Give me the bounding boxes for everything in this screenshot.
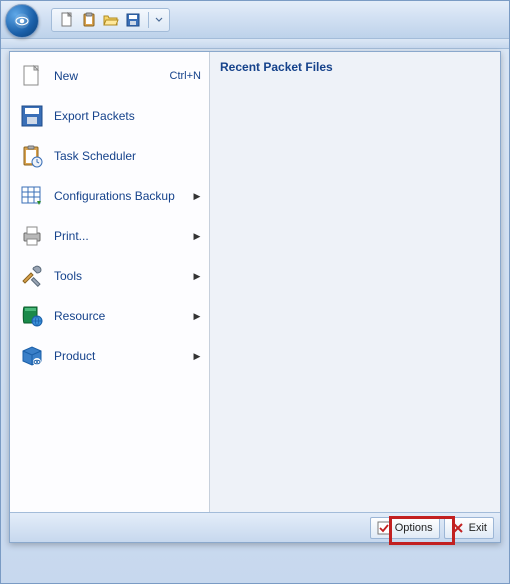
menu-label: Configurations Backup (54, 189, 185, 203)
menu-item-product[interactable]: Product ▶ (12, 336, 207, 376)
new-file-icon (59, 12, 75, 28)
menu-label: Tools (54, 269, 185, 283)
menu-label: Export Packets (54, 109, 201, 123)
menu-item-new[interactable]: New Ctrl+N (12, 56, 207, 96)
exit-label: Exit (469, 522, 487, 534)
book-globe-icon (18, 302, 46, 330)
menu-column: New Ctrl+N Export Packets Task Scheduler (10, 52, 210, 512)
tools-icon (18, 262, 46, 290)
recent-files-panel: Recent Packet Files (210, 52, 500, 512)
options-button[interactable]: Options (370, 517, 440, 539)
menu-label: Print... (54, 229, 185, 243)
save-icon (125, 12, 141, 28)
chevron-right-icon: ▶ (193, 271, 201, 282)
clipboard-icon (81, 12, 97, 28)
titlebar (1, 1, 509, 39)
dropdown-footer: Options Exit (10, 512, 500, 542)
qat-customize-dropdown[interactable] (155, 11, 163, 29)
chevron-right-icon: ▶ (193, 311, 201, 322)
qat-separator (148, 12, 149, 28)
menu-item-tools[interactable]: Tools ▶ (12, 256, 207, 296)
clipboard-clock-icon (18, 142, 46, 170)
new-file-icon (18, 62, 46, 90)
printer-icon (18, 222, 46, 250)
folder-open-icon (103, 12, 119, 28)
chevron-right-icon: ▶ (193, 231, 201, 242)
options-label: Options (395, 522, 433, 534)
menu-item-configurations-backup[interactable]: Configurations Backup ▶ (12, 176, 207, 216)
recent-files-title: Recent Packet Files (220, 60, 490, 74)
qat-new-button[interactable] (58, 11, 76, 29)
menu-item-task-scheduler[interactable]: Task Scheduler (12, 136, 207, 176)
quick-access-toolbar (51, 8, 170, 32)
app-menu-dropdown: New Ctrl+N Export Packets Task Scheduler (9, 51, 501, 543)
menu-label: Task Scheduler (54, 149, 201, 163)
eye-logo-icon (13, 12, 31, 30)
close-x-icon (451, 521, 465, 535)
box-eye-icon (18, 342, 46, 370)
table-backup-icon (18, 182, 46, 210)
chevron-right-icon: ▶ (193, 351, 201, 362)
menu-item-resource[interactable]: Resource ▶ (12, 296, 207, 336)
menu-item-export-packets[interactable]: Export Packets (12, 96, 207, 136)
qat-save-button[interactable] (124, 11, 142, 29)
ribbon-strip (1, 39, 509, 49)
qat-paste-button[interactable] (80, 11, 98, 29)
options-check-icon (377, 521, 391, 535)
floppy-export-icon (18, 102, 46, 130)
app-window: New Ctrl+N Export Packets Task Scheduler (0, 0, 510, 584)
menu-label: New (54, 69, 162, 83)
menu-label: Resource (54, 309, 185, 323)
menu-item-print[interactable]: Print... ▶ (12, 216, 207, 256)
exit-button[interactable]: Exit (444, 517, 494, 539)
chevron-down-icon (155, 16, 163, 24)
chevron-right-icon: ▶ (193, 191, 201, 202)
menu-label: Product (54, 349, 185, 363)
dropdown-body: New Ctrl+N Export Packets Task Scheduler (10, 52, 500, 512)
qat-open-button[interactable] (102, 11, 120, 29)
menu-shortcut: Ctrl+N (170, 70, 201, 82)
app-menu-orb[interactable] (5, 4, 39, 38)
